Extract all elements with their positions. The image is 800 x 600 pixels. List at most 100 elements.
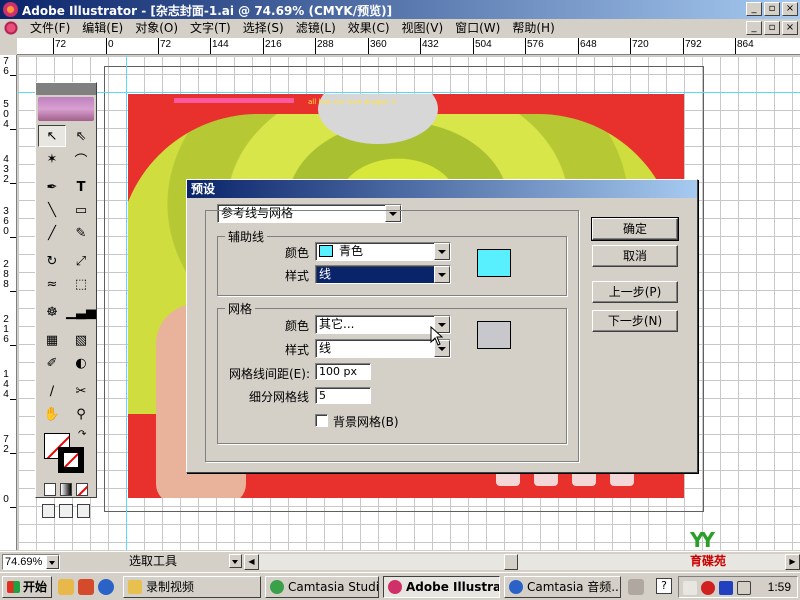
- keyboard-icon[interactable]: [628, 579, 644, 595]
- selection-tool-icon[interactable]: ↖: [38, 125, 66, 147]
- hand-tool-icon[interactable]: ✋: [38, 403, 66, 425]
- ruler-label: 72: [160, 39, 172, 50]
- gradient-tool-icon[interactable]: ▧: [67, 329, 95, 351]
- standard-screen-mode-icon[interactable]: [42, 504, 56, 518]
- clock[interactable]: 1:59: [768, 580, 791, 594]
- scissors-tool-icon[interactable]: ✂: [67, 380, 95, 402]
- zoom-level-field[interactable]: 74.69%: [2, 554, 60, 570]
- chevron-down-icon[interactable]: [434, 243, 450, 260]
- scroll-left-icon[interactable]: ◀: [244, 554, 259, 570]
- tray-volume-icon[interactable]: [737, 581, 751, 595]
- type-tool-icon[interactable]: T: [67, 176, 95, 198]
- next-button[interactable]: 下一步(N): [592, 310, 678, 332]
- taskbar-item-recording[interactable]: 录制视频: [123, 576, 261, 598]
- menu-help[interactable]: 帮助(H): [506, 21, 560, 36]
- menu-effect[interactable]: 效果(C): [342, 21, 396, 36]
- restore-button[interactable]: ▫: [764, 2, 780, 16]
- slice-tool-icon[interactable]: ∕: [38, 380, 66, 402]
- doc-minimize-button[interactable]: _: [746, 21, 762, 35]
- eyedropper-tool-icon[interactable]: ✐: [38, 352, 66, 374]
- illustrator-app-icon[interactable]: [3, 2, 18, 17]
- quicklaunch-browser-icon[interactable]: [98, 579, 114, 595]
- taskbar-item-camtasia-studio[interactable]: Camtasia Studio...: [265, 576, 379, 598]
- guides-style-select[interactable]: 线: [315, 265, 451, 284]
- direct-selection-tool-icon[interactable]: ⇖: [67, 125, 95, 147]
- lasso-tool-icon[interactable]: ⌒: [67, 148, 95, 170]
- menu-object[interactable]: 对象(O): [129, 21, 184, 36]
- window-title: Adobe Illustrator - [杂志封面-1.ai @ 74.69% …: [22, 4, 393, 18]
- full-screen-mode-icon[interactable]: [76, 504, 90, 518]
- paintbrush-tool-icon[interactable]: ╱: [38, 222, 66, 244]
- rectangle-tool-icon[interactable]: ▭: [67, 199, 95, 221]
- tool-palette-titlebar[interactable]: [36, 83, 96, 95]
- doc-close-button[interactable]: ×: [782, 21, 798, 35]
- scale-tool-icon[interactable]: ⤢: [67, 250, 95, 272]
- adobe-flower-logo[interactable]: [38, 97, 94, 121]
- swap-fill-stroke-icon[interactable]: ↷: [78, 429, 86, 440]
- menu-filter[interactable]: 滤镜(L): [290, 21, 342, 36]
- ruler-label: 864: [737, 39, 754, 50]
- color-button-icon[interactable]: [44, 483, 56, 496]
- pen-tool-icon[interactable]: ✒: [38, 176, 66, 198]
- pencil-tool-icon[interactable]: ✎: [67, 222, 95, 244]
- taskbar-item-illustrator[interactable]: Adobe Illustrato...: [383, 576, 500, 598]
- symbol-sprayer-tool-icon[interactable]: ☸: [38, 301, 66, 323]
- blend-tool-icon[interactable]: ◐: [67, 352, 95, 374]
- menu-edit[interactable]: 编辑(E): [76, 21, 129, 36]
- start-button[interactable]: 开始: [2, 576, 52, 598]
- help-icon[interactable]: ?: [656, 578, 672, 594]
- menu-view[interactable]: 视图(V): [396, 21, 450, 36]
- document-icon[interactable]: [4, 21, 18, 35]
- minimize-button[interactable]: _: [746, 2, 762, 16]
- scroll-right-icon[interactable]: ▶: [785, 554, 800, 570]
- previous-button[interactable]: 上一步(P): [592, 281, 678, 303]
- chevron-down-icon[interactable]: [229, 554, 242, 568]
- guide-line-vertical[interactable]: [126, 56, 127, 550]
- grid-color-preview[interactable]: [477, 321, 511, 349]
- magic-wand-tool-icon[interactable]: ✶: [38, 148, 66, 170]
- grid-subdivisions-input[interactable]: 5: [315, 387, 371, 404]
- dialog-title[interactable]: 预设: [187, 180, 697, 198]
- menu-type[interactable]: 文字(T): [184, 21, 237, 36]
- menu-window[interactable]: 窗口(W): [449, 21, 506, 36]
- ok-button[interactable]: 确定: [591, 217, 679, 241]
- grid-spacing-input[interactable]: 100 px: [315, 363, 371, 380]
- mesh-tool-icon[interactable]: ▦: [38, 329, 66, 351]
- free-transform-tool-icon[interactable]: ⬚: [67, 273, 95, 295]
- tray-arrows-icon[interactable]: [683, 581, 697, 595]
- quicklaunch-media-icon[interactable]: [78, 579, 94, 595]
- horizontal-ruler[interactable]: 72 0 72 144 216 288 360 432 504 576 648 …: [17, 38, 800, 55]
- guides-color-select[interactable]: 青色: [315, 242, 451, 261]
- vertical-ruler[interactable]: 7 6 5 0 4 4 3 2 3 6 0 2 8 8 2 1 6 1 4 4 …: [0, 55, 17, 550]
- gradient-button-icon[interactable]: [60, 483, 72, 496]
- menu-select[interactable]: 选择(S): [237, 21, 290, 36]
- tray-record-icon[interactable]: [701, 581, 715, 595]
- title-bar: Adobe Illustrator - [杂志封面-1.ai @ 74.69% …: [0, 0, 800, 19]
- tray-play-icon[interactable]: [719, 581, 733, 595]
- column-graph-tool-icon[interactable]: ▁▃▅: [66, 301, 96, 323]
- full-screen-menu-mode-icon[interactable]: [59, 504, 73, 518]
- status-info-select[interactable]: 选取工具: [64, 554, 242, 570]
- illustrator-icon: [388, 580, 402, 594]
- chevron-down-icon[interactable]: [434, 266, 450, 283]
- close-button[interactable]: ×: [782, 2, 798, 16]
- quicklaunch-folder-icon[interactable]: [58, 579, 74, 595]
- rotate-tool-icon[interactable]: ↻: [38, 250, 66, 272]
- none-button-icon[interactable]: [76, 483, 88, 496]
- grid-background-checkbox[interactable]: [315, 414, 328, 427]
- zoom-tool-icon[interactable]: ⚲: [67, 403, 95, 425]
- chevron-down-icon[interactable]: [46, 555, 59, 569]
- warp-tool-icon[interactable]: ≈: [38, 273, 66, 295]
- grid-background-label: 背景网格(B): [333, 415, 399, 429]
- ruler-label: 144: [212, 39, 229, 50]
- line-segment-tool-icon[interactable]: ╲: [38, 199, 66, 221]
- menu-file[interactable]: 文件(F): [24, 21, 76, 36]
- guide-line-horizontal[interactable]: [18, 92, 800, 93]
- guides-color-preview[interactable]: [477, 249, 511, 277]
- cancel-button[interactable]: 取消: [592, 245, 678, 267]
- doc-restore-button[interactable]: ▫: [764, 21, 780, 35]
- ruler-label: 432: [422, 39, 439, 50]
- menu-bar: 文件(F) 编辑(E) 对象(O) 文字(T) 选择(S) 滤镜(L) 效果(C…: [0, 19, 800, 38]
- scrollbar-thumb[interactable]: [504, 554, 518, 570]
- taskbar-item-camtasia-audio[interactable]: Camtasia 音频...: [504, 576, 621, 598]
